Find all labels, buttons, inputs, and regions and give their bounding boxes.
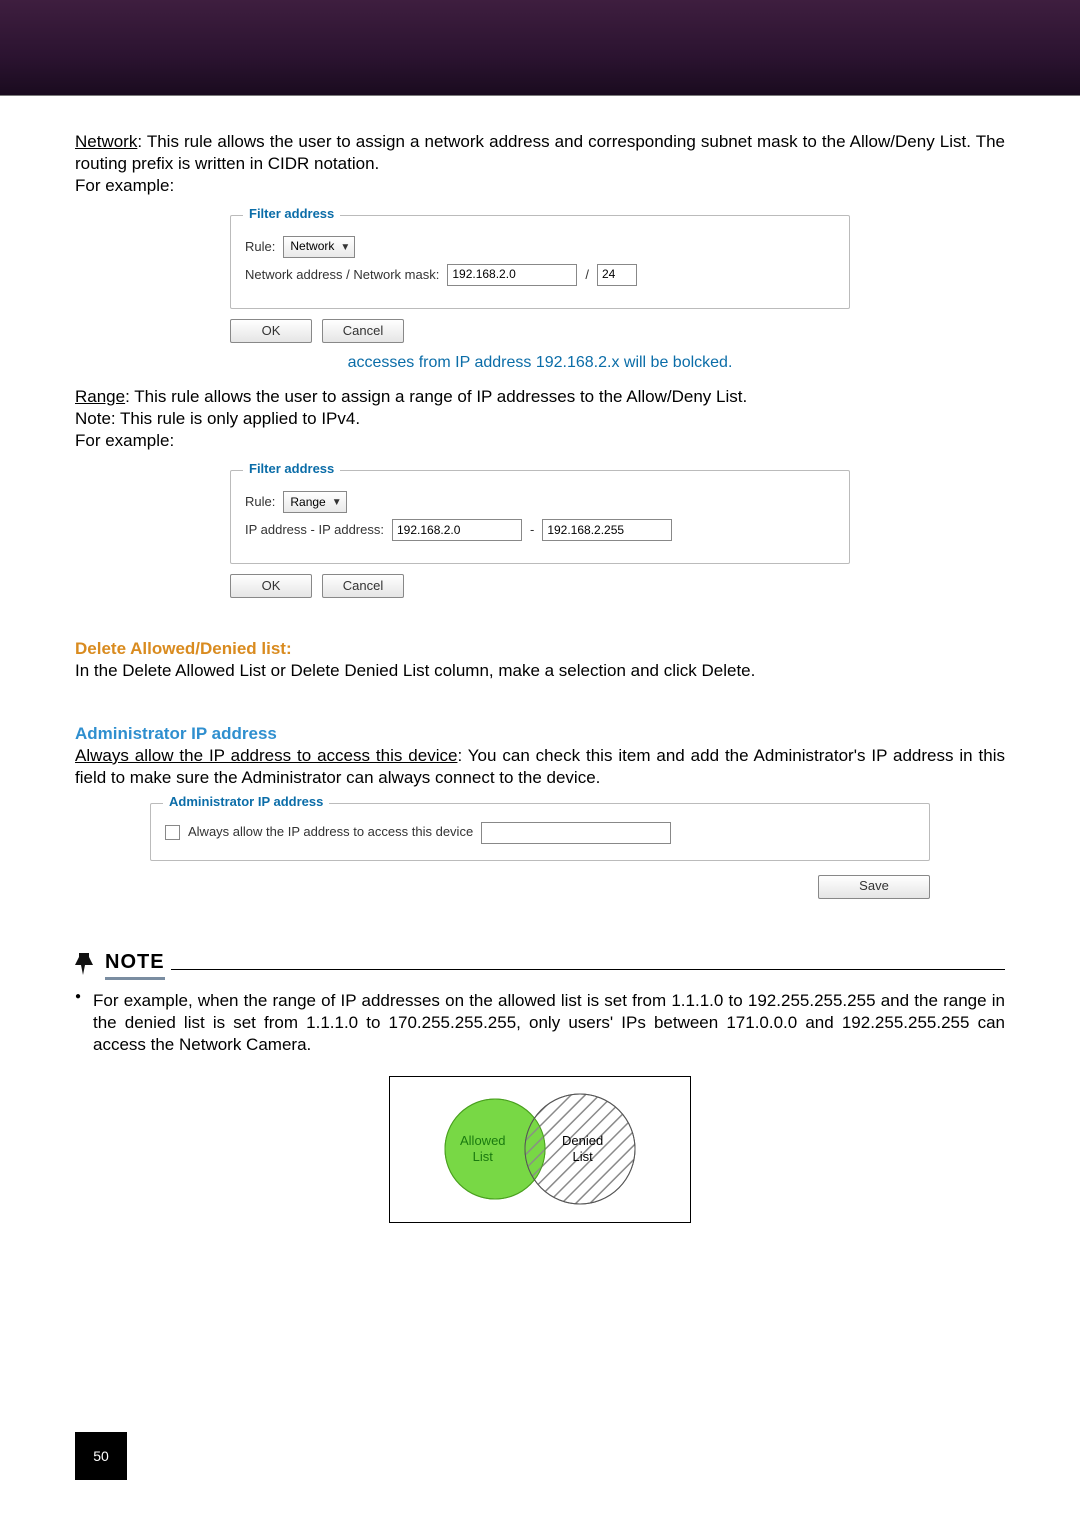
- cancel-button[interactable]: Cancel: [322, 319, 404, 343]
- rule-select-range[interactable]: Range ▼: [283, 491, 346, 513]
- note-block: NOTE For example, when the range of IP a…: [75, 949, 1005, 1056]
- rule-select[interactable]: Network ▼: [283, 236, 355, 258]
- ip-range-label: IP address - IP address:: [245, 522, 384, 539]
- venn-svg: [390, 1077, 690, 1222]
- delete-list-heading: Delete Allowed/Denied list:: [75, 638, 1005, 660]
- for-example-2: For example:: [75, 430, 1005, 452]
- fieldset-legend-range: Filter address: [243, 461, 340, 478]
- venn-diagram: Allowed List Denied List: [389, 1076, 691, 1223]
- always-allow-label: Always allow the IP address to access th…: [188, 824, 473, 841]
- venn-diagram-wrap: Allowed List Denied List: [75, 1076, 1005, 1223]
- admin-ip-legend: Administrator IP address: [163, 794, 329, 811]
- ok-button-range[interactable]: OK: [230, 574, 312, 598]
- admin-ip-screenshot: Administrator IP address Always allow th…: [150, 803, 930, 861]
- save-button[interactable]: Save: [818, 875, 930, 899]
- network-mask-input[interactable]: 24: [597, 264, 637, 286]
- chevron-down-icon: ▼: [340, 241, 350, 254]
- network-address-input[interactable]: 192.168.2.0: [447, 264, 577, 286]
- network-rule-paragraph: Network: This rule allows the user to as…: [75, 131, 1005, 175]
- ip-to-input[interactable]: 192.168.2.255: [542, 519, 672, 541]
- ok-button[interactable]: OK: [230, 319, 312, 343]
- chevron-down-icon: ▼: [332, 496, 342, 509]
- for-example-1: For example:: [75, 175, 1005, 197]
- note-title: NOTE: [105, 949, 165, 980]
- range-text: : This rule allows the user to assign a …: [125, 387, 747, 406]
- admin-ip-paragraph: Always allow the IP address to access th…: [75, 745, 1005, 789]
- range-rule-paragraph: Range: This rule allows the user to assi…: [75, 386, 1005, 408]
- range-label: Range: [75, 387, 125, 406]
- network-address-label: Network address / Network mask:: [245, 267, 439, 284]
- rule-label: Rule:: [245, 239, 275, 256]
- note-divider: [171, 969, 1005, 970]
- filter-address-fieldset: Filter address Rule: Network ▼ Network a…: [230, 215, 850, 309]
- fieldset-legend: Filter address: [243, 206, 340, 223]
- cancel-button-range[interactable]: Cancel: [322, 574, 404, 598]
- rule-select-value-range: Range: [290, 495, 325, 511]
- range-note: Note: This rule is only applied to IPv4.: [75, 408, 1005, 430]
- admin-ip-underline: Always allow the IP address to access th…: [75, 746, 457, 765]
- note-item: For example, when the range of IP addres…: [75, 990, 1005, 1056]
- pushpin-icon: [75, 951, 97, 977]
- header-banner: [0, 0, 1080, 96]
- delete-list-text: In the Delete Allowed List or Delete Den…: [75, 660, 1005, 682]
- slash-label: /: [585, 267, 589, 284]
- network-label: Network: [75, 132, 137, 151]
- admin-ip-input[interactable]: [481, 822, 671, 844]
- filter-address-range-screenshot: Filter address Rule: Range ▼ IP address …: [230, 470, 850, 598]
- denied-list-label: Denied List: [562, 1133, 603, 1164]
- allowed-list-label: Allowed List: [460, 1133, 506, 1164]
- caption-blocked: accesses from IP address 192.168.2.x wil…: [75, 353, 1005, 374]
- rule-select-value: Network: [290, 239, 334, 255]
- filter-address-fieldset-range: Filter address Rule: Range ▼ IP address …: [230, 470, 850, 564]
- always-allow-checkbox[interactable]: [165, 825, 180, 840]
- rule-label-range: Rule:: [245, 494, 275, 511]
- note-item-text: For example, when the range of IP addres…: [75, 990, 1005, 1056]
- admin-ip-heading: Administrator IP address: [75, 723, 1005, 745]
- network-text: : This rule allows the user to assign a …: [75, 132, 1005, 173]
- filter-address-network-screenshot: Filter address Rule: Network ▼ Network a…: [230, 215, 850, 343]
- page-number: 50: [75, 1432, 127, 1480]
- ip-from-input[interactable]: 192.168.2.0: [392, 519, 522, 541]
- dash-label: -: [530, 522, 534, 539]
- admin-ip-fieldset: Administrator IP address Always allow th…: [150, 803, 930, 861]
